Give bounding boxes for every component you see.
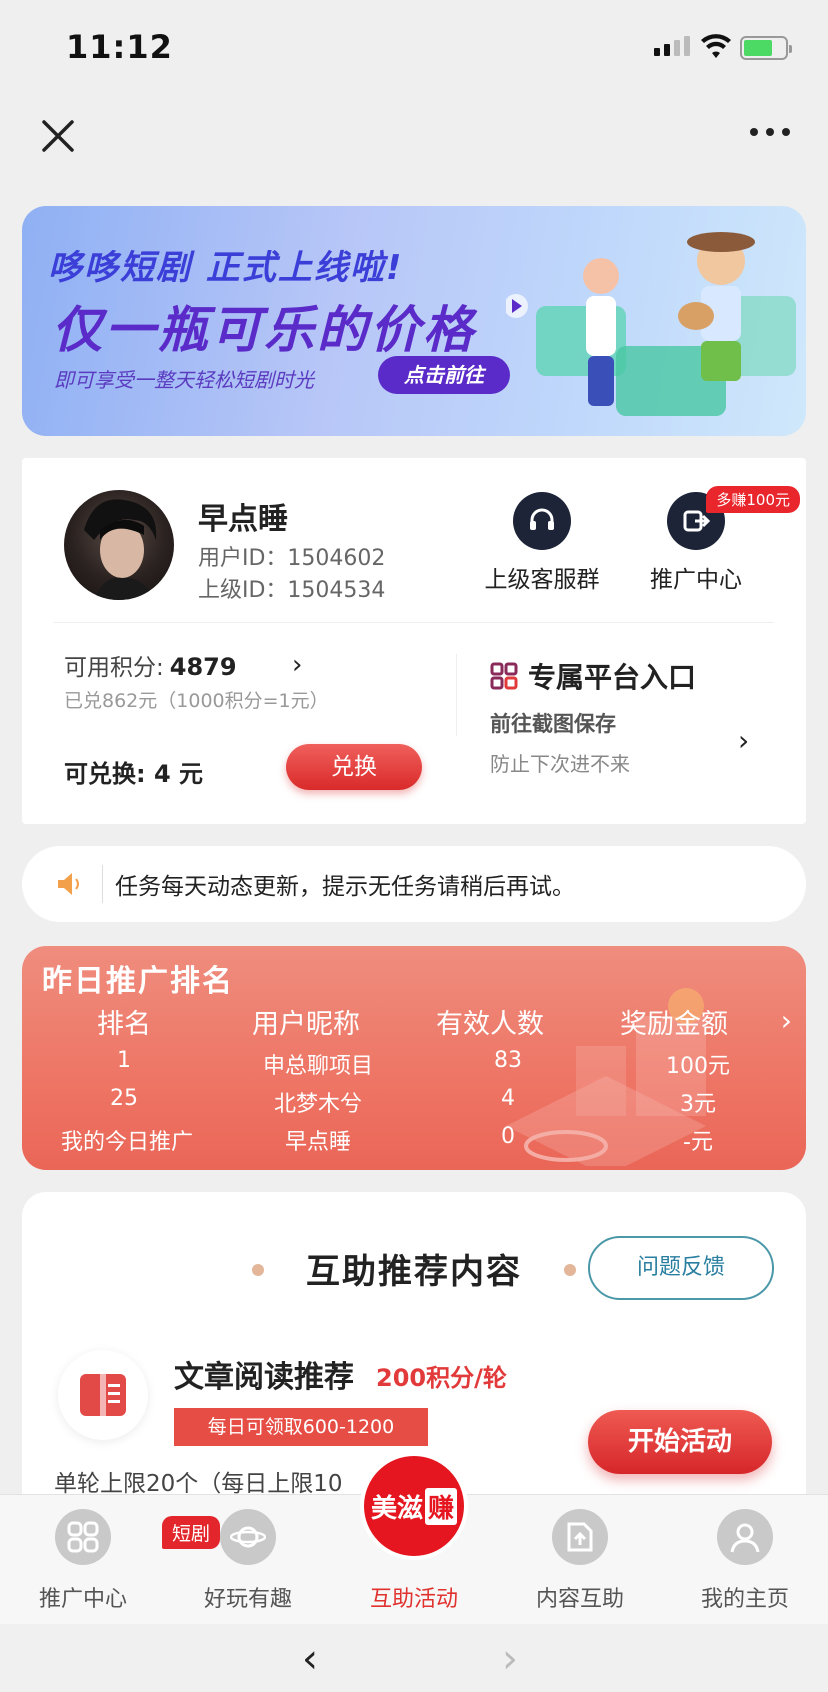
points-label: 可用积分: (64, 655, 164, 681)
exchangeable-amount: 可兑换: 4 元 (64, 760, 204, 788)
service-group-button[interactable]: 上级客服群 (472, 492, 612, 594)
grid-icon (55, 1509, 111, 1565)
tab-label: 好玩有趣 (203, 1587, 292, 1612)
ranking-title: 昨日推广排名 (42, 964, 234, 999)
parent-id: 上级ID：1504534 (198, 578, 386, 603)
ranking-cell: 100元 (666, 1054, 730, 1079)
user-icon (717, 1509, 773, 1565)
ranking-cell: 我的今日推广 (60, 1130, 194, 1155)
tab-label: 推广中心 (38, 1587, 127, 1612)
logo-text-box: 赚 (425, 1487, 458, 1525)
task-limit: 单轮上限20个（每日上限10 (54, 1471, 343, 1497)
more-options-button[interactable] (750, 128, 790, 136)
banner-illustration (506, 232, 796, 416)
banner-headline: 哆哆短剧 正式上线啦! (48, 248, 404, 288)
points-line[interactable]: 可用积分: 4879 (64, 648, 237, 682)
ranking-cell: 北梦木兮 (273, 1092, 363, 1117)
tab-promo-center[interactable]: 推广中心 (0, 1509, 166, 1613)
earn-more-badge: 多赚100元 (706, 486, 800, 513)
tab-my-home[interactable]: 我的主页 (662, 1509, 828, 1613)
nav-bar (0, 92, 828, 184)
ranking-cell: 0 (501, 1124, 515, 1149)
task-daily-tag: 每日可领取600-1200 (174, 1408, 428, 1446)
task-name: 文章阅读推荐 (174, 1360, 354, 1395)
ranking-cell: -元 (683, 1130, 713, 1155)
ranking-header-cell: 有效人数 (436, 1009, 544, 1040)
ranking-row: 25 北梦木兮 4 3元 (22, 1086, 806, 1120)
ranking-card: 昨日推广排名 › 排名 用户昵称 有效人数 奖励金额 1 申总聊项目 83 10… (22, 946, 806, 1170)
back-chevron-icon[interactable]: ‹ (302, 1636, 318, 1682)
points-chevron-right-icon[interactable]: › (292, 650, 302, 680)
ranking-row: 1 申总聊项目 83 100元 (22, 1048, 806, 1082)
divider (54, 622, 774, 623)
service-group-label: 上级客服群 (484, 567, 600, 593)
notice-bar: 任务每天动态更新，提示无任务请稍后再试。 (22, 846, 806, 922)
platform-hint: 防止下次进不来 (490, 752, 630, 776)
speaker-icon (58, 873, 79, 895)
tab-content-help[interactable]: 内容互助 (497, 1509, 663, 1613)
cellular-signal-icon (654, 36, 690, 56)
banner-subtitle: 即可享受一整天轻松短剧时光 (54, 368, 314, 392)
tab-label: 内容互助 (535, 1587, 624, 1612)
points-value: 4879 (169, 653, 237, 681)
wifi-icon (701, 34, 731, 58)
ranking-row-mine: 我的今日推广 早点睡 0 -元 (22, 1124, 806, 1158)
user-name: 早点睡 (198, 502, 288, 537)
feedback-button[interactable]: 问题反馈 (588, 1236, 774, 1300)
short-drama-badge: 短剧 (162, 1516, 221, 1549)
ranking-header-cell: 排名 (97, 1009, 151, 1040)
exchange-button[interactable]: 兑换 (286, 744, 422, 790)
close-icon[interactable] (38, 116, 78, 156)
redeemed-info: 已兑862元（1000积分=1元） (64, 690, 329, 712)
platform-title-text: 专属平台入口 (528, 661, 697, 694)
user-id: 用户ID：1504602 (198, 546, 386, 571)
upload-file-icon (552, 1509, 608, 1565)
platform-subtitle: 前往截图保存 (490, 712, 616, 736)
status-time: 11:12 (66, 28, 173, 66)
logo-text: 美滋 (370, 1493, 423, 1524)
headset-icon (513, 492, 571, 550)
ranking-cell: 申总聊项目 (262, 1054, 374, 1079)
ranking-header-cell: 奖励金额 (620, 1009, 728, 1040)
ranking-cell: 1 (117, 1048, 131, 1073)
banner-go-button[interactable]: 点击前往 (378, 356, 510, 394)
ranking-cell: 4 (501, 1086, 515, 1111)
status-bar: 11:12 (0, 0, 828, 92)
battery-icon (740, 36, 792, 60)
platform-entry-title[interactable]: 专属平台入口 (490, 656, 696, 696)
start-activity-button[interactable]: 开始活动 (588, 1410, 772, 1474)
book-icon (58, 1350, 148, 1440)
notice-text: 任务每天动态更新，提示无任务请稍后再试。 (115, 874, 575, 900)
banner-title: 仅一瓶可乐的价格 (52, 301, 476, 359)
qr-grid-icon (490, 662, 518, 690)
browser-toolbar: ‹ › (0, 1624, 828, 1692)
platform-chevron-right-icon[interactable]: › (738, 724, 749, 757)
forward-chevron-icon[interactable]: › (502, 1636, 518, 1682)
tab-label: 我的主页 (700, 1587, 789, 1612)
planet-icon (220, 1509, 276, 1565)
user-card: 早点睡 用户ID：1504602 上级ID：1504534 上级客服群 推广中心… (22, 458, 806, 824)
ranking-cell: 25 (110, 1086, 138, 1111)
promo-banner[interactable]: 哆哆短剧 正式上线啦! 仅一瓶可乐的价格 即可享受一整天轻松短剧时光 点击前往 (22, 206, 806, 436)
ranking-cell: 早点睡 (284, 1130, 352, 1155)
ranking-header-cell: 用户昵称 (252, 1009, 360, 1040)
ranking-cell: 83 (494, 1048, 522, 1073)
promo-center-label: 推广中心 (650, 567, 742, 593)
ranking-header: 排名 用户昵称 有效人数 奖励金额 (22, 1002, 806, 1040)
tab-label: 互助活动 (369, 1587, 458, 1612)
center-logo-button[interactable]: 美滋赚 (360, 1452, 468, 1560)
avatar[interactable] (64, 490, 174, 600)
ranking-cell: 3元 (680, 1092, 716, 1117)
divider (456, 654, 457, 736)
task-points: 200积分/轮 (376, 1364, 507, 1392)
